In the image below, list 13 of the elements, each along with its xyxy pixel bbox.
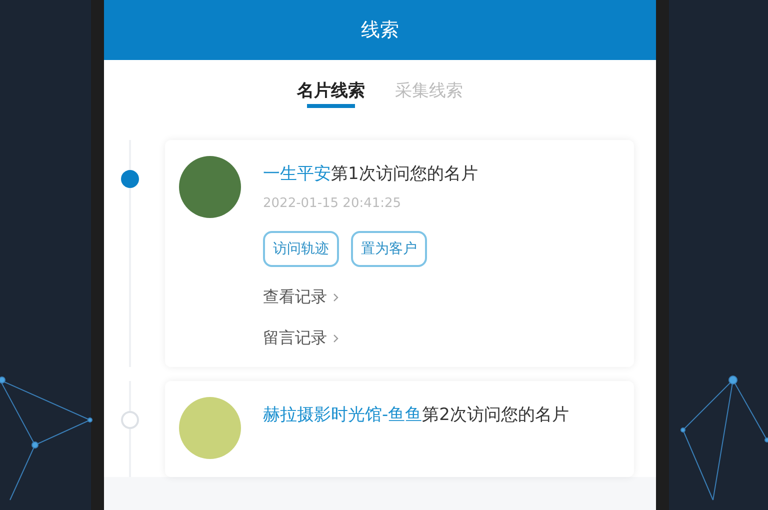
record-link[interactable]: 留言记录 [263,328,327,349]
record-link[interactable]: 查看记录 [263,287,327,308]
visit-message: 第2次访问您的名片 [422,405,569,425]
chevron-right-icon [333,293,339,302]
action-button[interactable]: 访问轨迹 [263,231,339,267]
tab[interactable]: 采集线索 [391,60,467,112]
visit-message: 第1次访问您的名片 [331,164,478,184]
action-button[interactable]: 置为客户 [351,231,427,267]
visitor-link[interactable]: 一生平安 [263,164,331,184]
visitor-link[interactable]: 赫拉摄影时光馆-鱼鱼 [263,405,422,425]
visit-time: 2022-01-15 20:41:25 [263,196,402,211]
page-title: 线索 [361,18,399,43]
chevron-right-icon [333,334,339,343]
